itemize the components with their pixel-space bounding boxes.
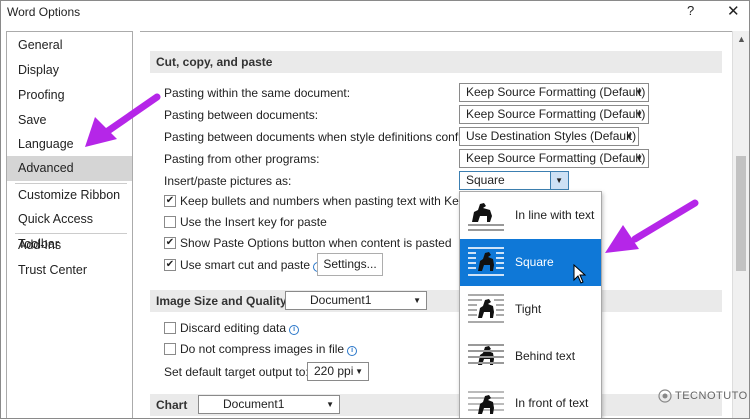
word-options-dialog: Word Options ? ✕ General Display Proofin… bbox=[0, 0, 750, 419]
scroll-up-icon[interactable]: ▲ bbox=[737, 34, 746, 44]
section-cut-copy-paste: Cut, copy, and paste bbox=[150, 51, 722, 73]
chevron-down-icon: ▼ bbox=[625, 132, 633, 141]
settings-button[interactable]: Settings... bbox=[317, 253, 383, 276]
option-behind-text[interactable]: Behind text bbox=[460, 333, 601, 380]
option-in-front-of-text[interactable]: In front of text bbox=[460, 380, 601, 418]
nav-item-quick-access-toolbar[interactable]: Quick Access Toolbar bbox=[7, 207, 132, 251]
annotation-arrow-left bbox=[85, 93, 161, 147]
title-bar: Word Options ? ✕ bbox=[1, 1, 749, 23]
square-wrap-icon bbox=[468, 247, 504, 276]
window-title: Word Options bbox=[7, 5, 81, 19]
in-front-of-text-icon bbox=[468, 391, 504, 414]
show-paste-options-label: Show Paste Options button when content i… bbox=[180, 236, 452, 250]
paste-between-docs-label: Pasting between documents: bbox=[164, 108, 319, 122]
show-paste-options-checkbox[interactable]: ✔ bbox=[164, 237, 176, 249]
nav-item-add-ins[interactable]: Add-Ins bbox=[7, 233, 132, 258]
mouse-cursor-icon bbox=[573, 264, 587, 284]
section-image-size-quality: Image Size and Quality bbox=[150, 290, 722, 312]
watermark-logo-icon bbox=[658, 389, 672, 403]
option-label: In line with text bbox=[515, 208, 595, 222]
nav-item-customize-ribbon[interactable]: Customize Ribbon bbox=[7, 183, 132, 208]
chevron-down-icon: ▼ bbox=[635, 110, 643, 119]
insert-key-paste-label: Use the Insert key for paste bbox=[180, 215, 327, 229]
scroll-thumb[interactable] bbox=[736, 156, 746, 271]
paste-style-conflict-label: Pasting between documents when style def… bbox=[164, 130, 477, 144]
chevron-down-icon: ▼ bbox=[413, 296, 421, 305]
option-in-line-with-text[interactable]: In line with text bbox=[460, 192, 601, 239]
info-icon: i bbox=[347, 346, 358, 356]
tight-wrap-icon bbox=[468, 294, 504, 323]
chevron-down-icon: ▼ bbox=[635, 88, 643, 97]
nav-item-trust-center[interactable]: Trust Center bbox=[7, 258, 132, 283]
option-label: In front of text bbox=[515, 396, 589, 410]
no-compress-label: Do not compress images in file i bbox=[180, 342, 358, 356]
watermark-text: TECNOTUTO bbox=[675, 390, 748, 402]
picture-wrap-dropdown-list: In line with text Square Tight Behind te… bbox=[459, 191, 602, 418]
chevron-down-icon: ▼ bbox=[326, 400, 334, 409]
discard-editing-label: Discard editing data i bbox=[180, 321, 300, 335]
keep-bullets-checkbox[interactable]: ✔ bbox=[164, 195, 176, 207]
option-label: Square bbox=[515, 255, 554, 269]
options-nav: General Display Proofing Save Language A… bbox=[6, 31, 133, 418]
smart-cut-paste-label: Use smart cut and pastei bbox=[180, 258, 324, 272]
option-label: Tight bbox=[515, 302, 542, 316]
behind-text-icon bbox=[468, 344, 504, 365]
in-line-picture-icon bbox=[468, 203, 504, 231]
no-compress-checkbox[interactable] bbox=[164, 343, 176, 355]
smart-cut-paste-checkbox[interactable]: ✔ bbox=[164, 259, 176, 271]
keep-bullets-label: Keep bullets and numbers when pasting te… bbox=[180, 194, 459, 208]
close-button[interactable]: ✕ bbox=[727, 2, 740, 20]
discard-editing-checkbox[interactable] bbox=[164, 322, 176, 334]
paste-between-docs-dropdown[interactable]: Keep Source Formatting (Default) ▼ bbox=[459, 105, 649, 124]
paste-same-doc-label: Pasting within the same document: bbox=[164, 86, 351, 100]
target-output-label: Set default target output to: bbox=[164, 365, 309, 379]
info-icon: i bbox=[289, 325, 300, 335]
target-output-dropdown[interactable]: 220 ppi ▼ bbox=[307, 362, 369, 381]
vertical-scrollbar[interactable]: ▲ bbox=[732, 31, 749, 418]
annotation-arrow-right bbox=[605, 199, 699, 253]
chart-document-dropdown[interactable]: Document1 ▼ bbox=[198, 395, 340, 414]
paste-same-doc-dropdown[interactable]: Keep Source Formatting (Default) ▼ bbox=[459, 83, 649, 102]
nav-item-advanced[interactable]: Advanced bbox=[7, 156, 132, 181]
chevron-down-icon: ▼ bbox=[355, 367, 363, 376]
nav-item-general[interactable]: General bbox=[7, 33, 132, 58]
paste-pictures-label: Insert/paste pictures as: bbox=[164, 174, 292, 188]
paste-other-programs-dropdown[interactable]: Keep Source Formatting (Default) ▼ bbox=[459, 149, 649, 168]
help-button[interactable]: ? bbox=[687, 3, 694, 18]
chevron-down-icon: ▼ bbox=[555, 176, 563, 185]
paste-pictures-dropdown[interactable]: Square ▼ bbox=[459, 171, 569, 190]
paste-other-programs-label: Pasting from other programs: bbox=[164, 152, 320, 166]
insert-key-paste-checkbox[interactable] bbox=[164, 216, 176, 228]
option-label: Behind text bbox=[515, 349, 576, 363]
paste-style-conflict-dropdown[interactable]: Use Destination Styles (Default) ▼ bbox=[459, 127, 639, 146]
nav-item-display[interactable]: Display bbox=[7, 58, 132, 83]
image-size-document-dropdown[interactable]: Document1 ▼ bbox=[285, 291, 427, 310]
option-tight[interactable]: Tight bbox=[460, 286, 601, 333]
chevron-down-icon: ▼ bbox=[635, 154, 643, 163]
